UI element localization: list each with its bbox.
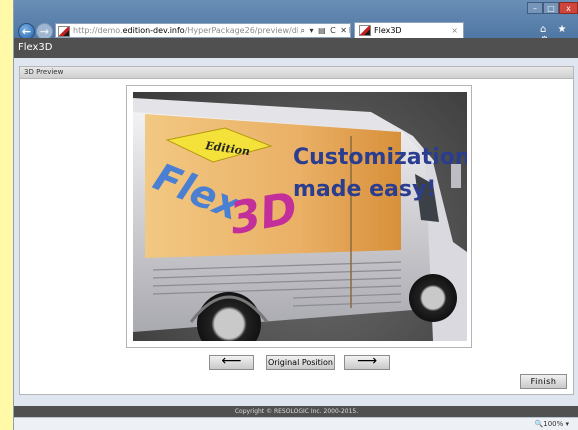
preview-panel: 3D Preview Edition Flex 3D Customization… <box>19 66 574 395</box>
app-header: Flex3D <box>14 38 578 58</box>
arrow-left-icon: ⟵ <box>221 353 242 369</box>
close-window-button[interactable]: x <box>559 2 578 14</box>
address-bar[interactable]: http://demo.edition-dev.info/HyperPackag… <box>55 23 351 38</box>
front-wheel <box>409 274 457 322</box>
minimize-button[interactable]: – <box>527 2 543 14</box>
truck-line2: made easy! <box>293 177 436 202</box>
zoom-level[interactable]: 🔍100% ▾ <box>535 420 569 428</box>
maximize-button[interactable]: □ <box>543 2 559 14</box>
tab-close-icon[interactable]: × <box>451 23 458 38</box>
tab-title: Flex3D <box>374 26 402 35</box>
3d-render-canvas[interactable]: Edition Flex 3D Customization made easy! <box>133 92 467 341</box>
forward-arrow-icon: → <box>39 25 50 38</box>
original-position-button[interactable]: Original Position <box>266 355 335 370</box>
browser-window: – □ x ← → http://demo.edition-dev.info/H… <box>13 0 578 430</box>
browser-chrome: – □ x ← → http://demo.edition-dev.info/H… <box>14 0 578 46</box>
url-domain: edition-dev.info <box>122 26 185 35</box>
arrow-right-icon: ⟶ <box>356 353 378 369</box>
address-bar-icons[interactable]: ⌕ ▾ ▤ C ✕ <box>298 24 348 37</box>
tab-favicon-icon <box>359 25 371 36</box>
status-bar: 🔍100% ▾ <box>14 417 578 430</box>
rotate-right-button[interactable]: ⟶ <box>344 353 390 370</box>
footer-copyright: Copyright © RESOLOGIC Inc. 2000-2015. <box>14 406 578 417</box>
rotate-left-button[interactable]: ⟵ <box>209 353 254 370</box>
finish-button[interactable]: Finish <box>520 374 567 389</box>
back-arrow-icon: ← <box>21 25 32 38</box>
3d-viewer-frame: Edition Flex 3D Customization made easy! <box>126 85 472 348</box>
truck-line1: Customization <box>293 145 467 170</box>
app-title: Flex3D <box>18 42 53 53</box>
truck-illustration: Edition Flex 3D Customization made easy! <box>133 98 467 341</box>
panel-title: 3D Preview <box>20 67 573 79</box>
tab-flex3d[interactable]: Flex3D × <box>354 22 464 38</box>
site-favicon-icon <box>58 26 70 37</box>
url-prefix: http://demo. <box>73 26 123 35</box>
